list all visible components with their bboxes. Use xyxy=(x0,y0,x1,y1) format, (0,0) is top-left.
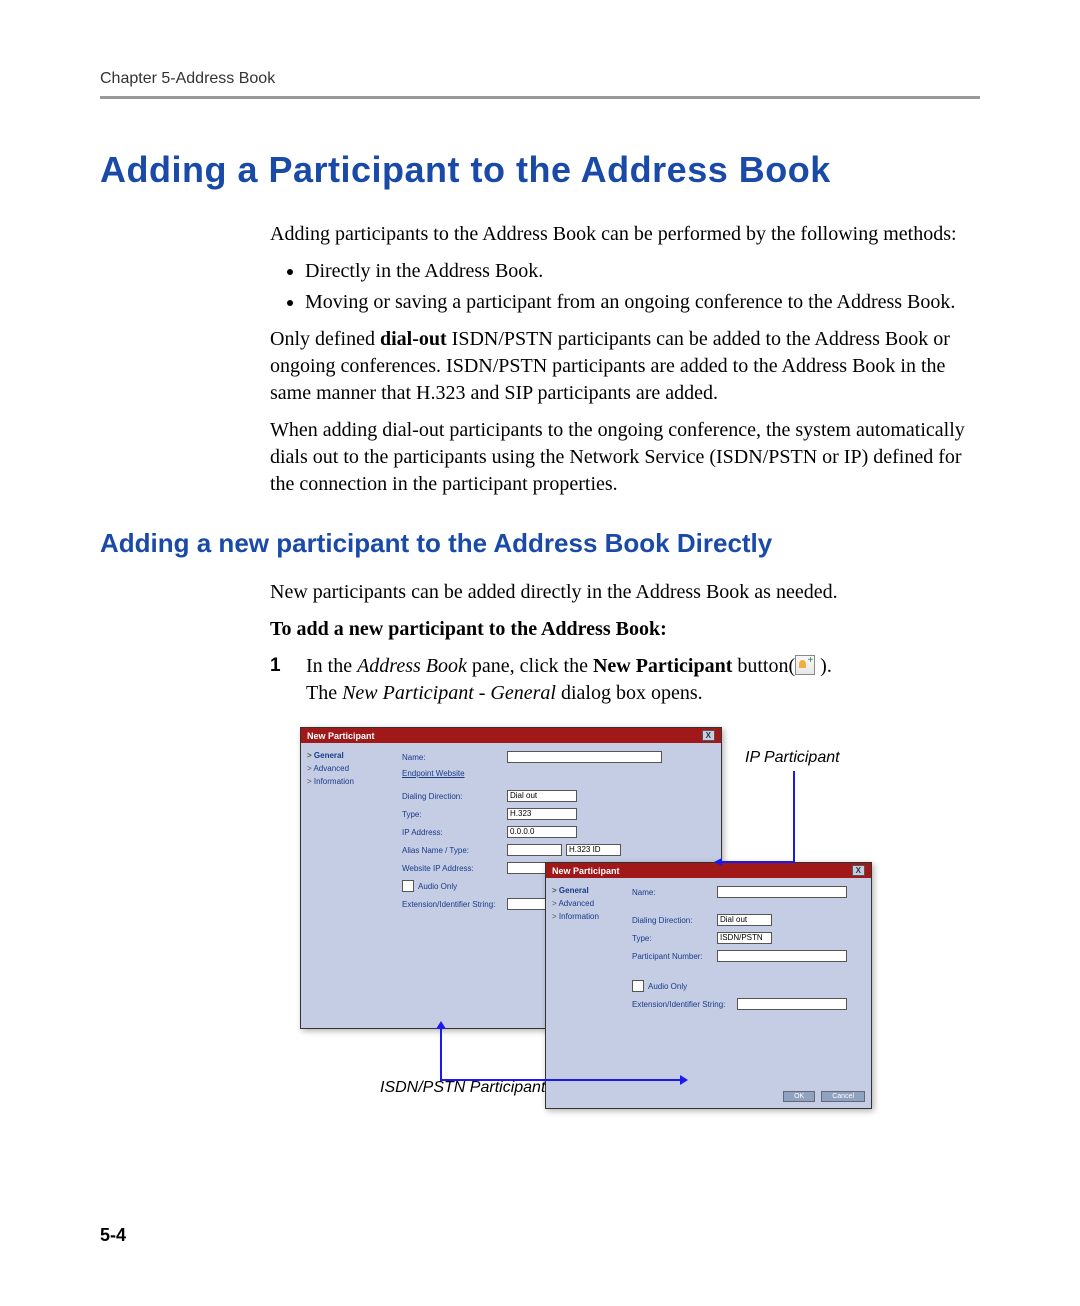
nav-advanced[interactable]: Advanced xyxy=(552,899,622,908)
dialing-direction-select[interactable]: Dial out xyxy=(507,790,577,802)
callout-line xyxy=(720,861,795,863)
nav-information[interactable]: Information xyxy=(552,912,622,921)
callout-line xyxy=(793,771,795,863)
audio-only-label: Audio Only xyxy=(418,882,457,891)
website-ip-label: Website IP Address: xyxy=(402,864,507,873)
cancel-button[interactable]: Cancel xyxy=(821,1091,865,1102)
name-label: Name: xyxy=(632,888,717,897)
dialog-nav: General Advanced Information xyxy=(301,743,398,1028)
page-number: 5-4 xyxy=(100,1225,126,1246)
type-label: Type: xyxy=(402,810,507,819)
callout-ip-participant: IP Participant xyxy=(745,749,840,767)
intro-paragraph: Adding participants to the Address Book … xyxy=(270,221,980,248)
type-select[interactable]: H.323 xyxy=(507,808,577,820)
name-input[interactable] xyxy=(507,751,662,763)
arrow-left-icon xyxy=(714,858,722,866)
dialing-direction-label: Dialing Direction: xyxy=(632,916,717,925)
bullet-2: Moving or saving a participant from an o… xyxy=(305,289,980,316)
participant-number-label: Participant Number: xyxy=(632,952,717,961)
name-input[interactable] xyxy=(717,886,847,898)
type-label: Type: xyxy=(632,934,717,943)
ip-address-label: IP Address: xyxy=(402,828,507,837)
step-1-result: The New Participant - General dialog box… xyxy=(306,680,980,707)
alias-name-input[interactable] xyxy=(507,844,562,856)
step-1: 1 In the Address Book pane, click the Ne… xyxy=(270,653,980,707)
extension-label: Extension/Identifier String: xyxy=(632,1000,737,1009)
callout-line xyxy=(440,1027,442,1079)
method-list: Directly in the Address Book. Moving or … xyxy=(270,258,980,316)
ip-address-input[interactable]: 0.0.0.0 xyxy=(507,826,577,838)
name-label: Name: xyxy=(402,753,507,762)
nav-general[interactable]: General xyxy=(552,886,622,895)
dialog-nav: General Advanced Information xyxy=(546,878,628,1108)
header-rule xyxy=(100,96,980,99)
step-number: 1 xyxy=(270,653,288,707)
audio-only-label: Audio Only xyxy=(648,982,687,991)
ok-button[interactable]: OK xyxy=(783,1091,815,1102)
participant-number-input[interactable] xyxy=(717,950,847,962)
audio-only-checkbox[interactable] xyxy=(632,980,644,992)
dialing-direction-select[interactable]: Dial out xyxy=(717,914,772,926)
arrow-up-icon xyxy=(436,1021,446,1029)
dialog-form: Name: Dialing Direction: Dial out Type: … xyxy=(628,878,871,1108)
nav-information[interactable]: Information xyxy=(307,777,392,786)
arrow-right-icon xyxy=(680,1075,688,1085)
subsection-title: Adding a new participant to the Address … xyxy=(100,528,980,559)
dialog-titlebar: New Participant X xyxy=(546,863,871,878)
dialog-title: New Participant xyxy=(307,731,375,741)
nav-advanced[interactable]: Advanced xyxy=(307,764,392,773)
procedure-intro: To add a new participant to the Address … xyxy=(270,616,980,643)
alias-label: Alias Name / Type: xyxy=(402,846,507,855)
figure-new-participant-dialogs: New Participant X General Advanced Infor… xyxy=(300,727,980,1127)
audio-only-checkbox[interactable] xyxy=(402,880,414,892)
callout-line xyxy=(440,1079,680,1081)
close-icon[interactable]: X xyxy=(702,730,715,741)
close-icon[interactable]: X xyxy=(852,865,865,876)
step-1-text: In the Address Book pane, click the New … xyxy=(306,653,980,680)
new-participant-icon xyxy=(795,655,815,675)
paragraph-network-service: When adding dial-out participants to the… xyxy=(270,417,980,498)
extension-input[interactable] xyxy=(737,998,847,1010)
type-select[interactable]: ISDN/PSTN xyxy=(717,932,772,944)
dialog-title: New Participant xyxy=(552,866,620,876)
endpoint-website-link[interactable]: Endpoint Website xyxy=(402,769,465,778)
dialog-titlebar: New Participant X xyxy=(301,728,721,743)
bullet-1: Directly in the Address Book. xyxy=(305,258,980,285)
subsection-intro: New participants can be added directly i… xyxy=(270,579,980,606)
section-title: Adding a Participant to the Address Book xyxy=(100,149,980,191)
extension-label: Extension/Identifier String: xyxy=(402,900,507,909)
dialing-direction-label: Dialing Direction: xyxy=(402,792,507,801)
dialog-isdn-participant: New Participant X General Advanced Infor… xyxy=(545,862,872,1109)
callout-isdn-participant: ISDN/PSTN Participant xyxy=(380,1079,545,1097)
chapter-header: Chapter 5-Address Book xyxy=(100,70,980,88)
alias-type-select[interactable]: H.323 ID xyxy=(566,844,621,856)
nav-general[interactable]: General xyxy=(307,751,392,760)
paragraph-dialout: Only defined dial-out ISDN/PSTN particip… xyxy=(270,326,980,407)
